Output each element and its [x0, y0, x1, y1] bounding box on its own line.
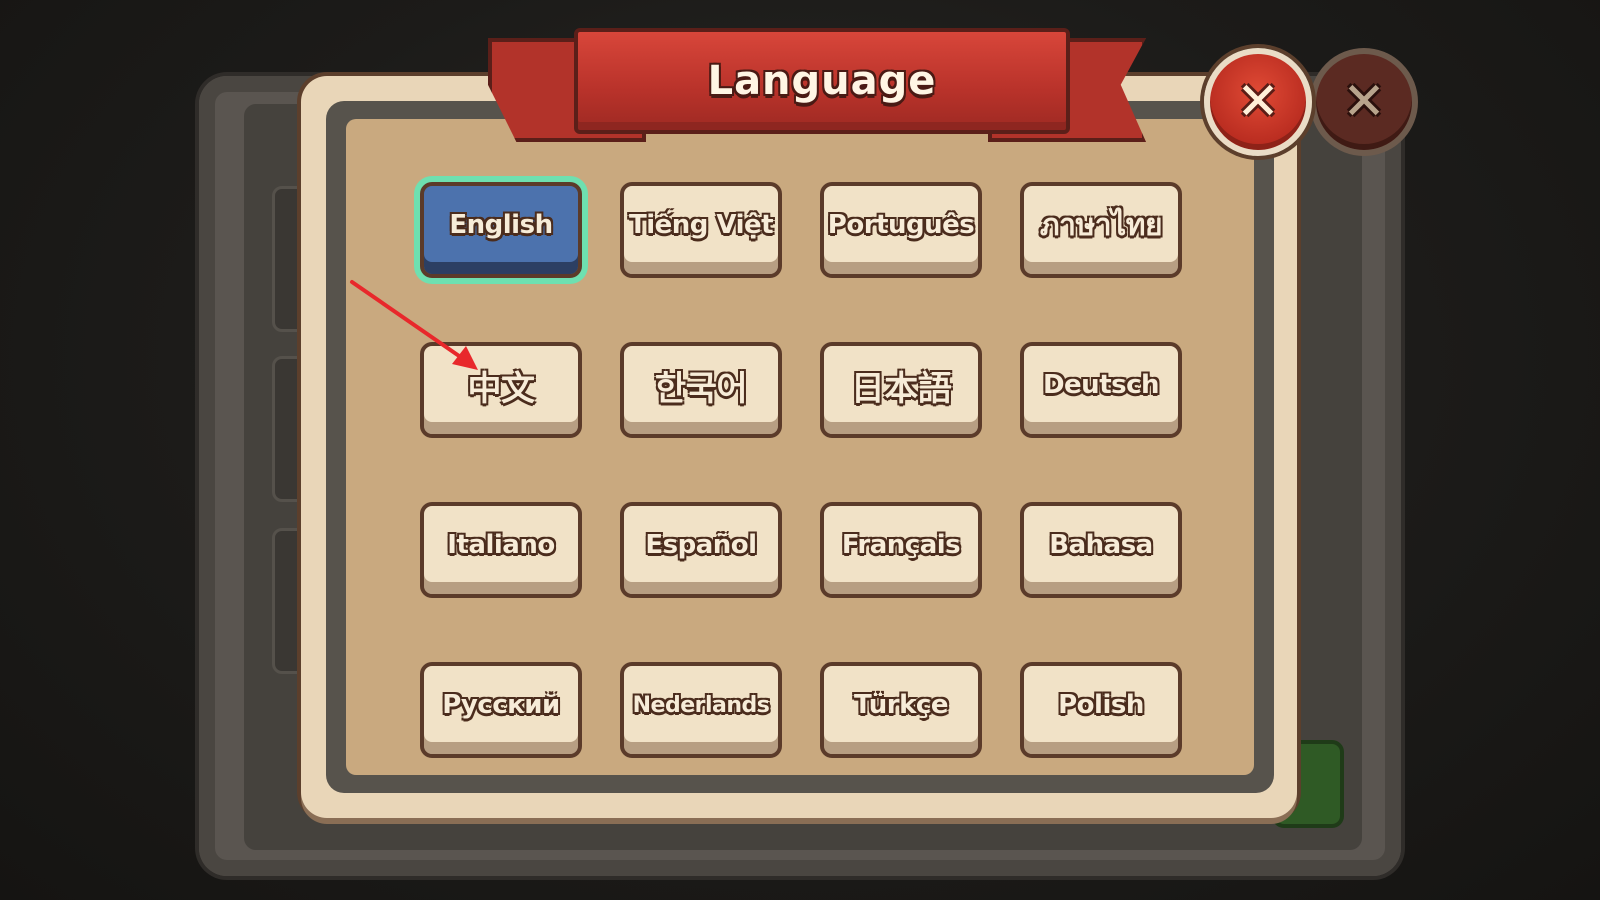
background-close-button: ✕	[1310, 48, 1418, 156]
close-button[interactable]: ✕	[1204, 48, 1312, 156]
language-label: Español	[645, 530, 757, 560]
close-icon: ✕	[1342, 72, 1386, 132]
language-button-russian[interactable]: Русский	[420, 662, 582, 758]
dialog-title: Language	[707, 58, 937, 104]
language-button-italian[interactable]: Italiano	[420, 502, 582, 598]
language-label: Polish	[1058, 690, 1144, 720]
language-button-german[interactable]: Deutsch	[1020, 342, 1182, 438]
language-button-french[interactable]: Français	[820, 502, 982, 598]
language-button-turkish[interactable]: Türkçe	[820, 662, 982, 758]
language-label: Italiano	[447, 530, 555, 560]
language-button-japanese[interactable]: 日本語	[820, 342, 982, 438]
language-label: Deutsch	[1042, 370, 1160, 400]
close-icon: ✕	[1236, 72, 1280, 132]
title-ribbon: Language	[574, 28, 1070, 134]
language-button-vietnamese[interactable]: Tiếng Việt	[620, 182, 782, 278]
language-label: Türkçe	[854, 690, 948, 720]
language-grid: English Tiếng Việt Português ภาษาไทย 中文 …	[420, 182, 1210, 762]
language-button-polish[interactable]: Polish	[1020, 662, 1182, 758]
language-button-korean[interactable]: 한국어	[620, 342, 782, 438]
language-button-portuguese[interactable]: Português	[820, 182, 982, 278]
language-button-bahasa[interactable]: Bahasa	[1020, 502, 1182, 598]
language-label: 한국어	[654, 368, 748, 409]
language-button-dutch[interactable]: Nederlands	[620, 662, 782, 758]
language-label: ภาษาไทย	[1039, 207, 1163, 243]
language-label: Bahasa	[1049, 530, 1153, 560]
language-label: Français	[841, 530, 961, 560]
language-label: English	[449, 210, 553, 240]
language-label: Português	[827, 210, 975, 240]
language-label: Русский	[442, 690, 560, 720]
language-label: 日本語	[850, 368, 952, 409]
language-label: Tiếng Việt	[628, 210, 774, 240]
language-button-english[interactable]: English	[420, 182, 582, 278]
language-button-thai[interactable]: ภาษาไทย	[1020, 182, 1182, 278]
annotation-arrow-icon	[350, 280, 478, 370]
language-label: Nederlands	[632, 692, 770, 718]
language-button-spanish[interactable]: Español	[620, 502, 782, 598]
